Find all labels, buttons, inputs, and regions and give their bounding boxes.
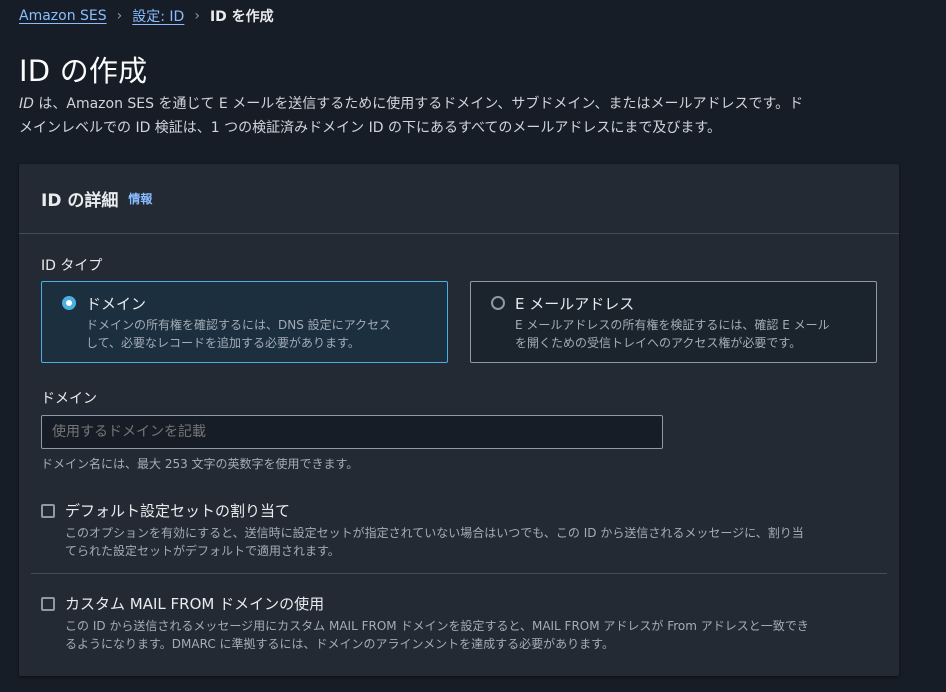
divider [31, 573, 887, 574]
info-link[interactable]: 情報 [128, 190, 152, 207]
description-line-2: メインレベルでの ID 検証は、1 つの検証済みドメイン ID の下にあるすべて… [19, 120, 722, 136]
tile-description: E メールアドレスの所有権を検証するには、確認 E メール を開くための受信トレ… [515, 316, 865, 352]
breadcrumb-amazon-ses-link[interactable]: Amazon SES [19, 8, 107, 24]
description-line: てられた設定セットがデフォルトで適用されます。 [65, 544, 340, 558]
description-term: ID [19, 96, 34, 112]
default-config-set-checkbox[interactable] [41, 504, 55, 518]
tile-description: ドメインの所有権を確認するには、DNS 設定にアクセス して、必要なレコードを追… [86, 316, 436, 352]
description-line: このオプションを有効にすると、送信時に設定セットが指定されていない場合はいつでも… [65, 526, 804, 540]
tile-description-line: を開くための受信トレイへのアクセス権が必要です。 [515, 336, 802, 350]
default-config-set-description: このオプションを有効にすると、送信時に設定セットが指定されていない場合はいつでも… [65, 524, 885, 560]
identity-details-panel: ID の詳細 情報 ID タイプ ドメイン ドメインの所有権を確認するには、DN… [19, 164, 899, 676]
breadcrumb-identities-link[interactable]: 設定: ID [132, 6, 184, 26]
chevron-right-icon: › [116, 8, 123, 24]
custom-mail-from-label[interactable]: カスタム MAIL FROM ドメインの使用 [65, 593, 324, 614]
tile-title: E メールアドレス [515, 295, 635, 313]
description-line: るようになります。DMARC に準拠するには、ドメインのアラインメントを達成する… [65, 637, 614, 651]
domain-input[interactable] [41, 415, 663, 449]
breadcrumb: Amazon SES › 設定: ID › ID を作成 [19, 6, 274, 26]
radio-unselected-icon[interactable] [491, 296, 505, 310]
description-line-1: は、Amazon SES を通じて E メールを送信するために使用するドメイン、… [33, 96, 804, 112]
page-description: ID は、Amazon SES を通じて E メールを送信するために使用するドメ… [19, 92, 899, 140]
identity-type-domain-tile[interactable]: ドメイン ドメインの所有権を確認するには、DNS 設定にアクセス して、必要なレ… [41, 281, 448, 363]
tile-description-line: ドメインの所有権を確認するには、DNS 設定にアクセス [86, 318, 392, 332]
custom-mail-from-description: この ID から送信されるメッセージ用にカスタム MAIL FROM ドメインを… [65, 617, 885, 653]
domain-hint: ドメイン名には、最大 253 文字の英数字を使用できます。 [41, 457, 359, 471]
tile-description-line: して、必要なレコードを追加する必要があります。 [86, 336, 360, 350]
identity-type-label: ID タイプ [41, 258, 103, 274]
identity-type-email-tile[interactable]: E メールアドレス E メールアドレスの所有権を検証するには、確認 E メール … [470, 281, 877, 363]
tile-description-line: E メールアドレスの所有権を検証するには、確認 E メール [515, 318, 830, 332]
description-line: この ID から送信されるメッセージ用にカスタム MAIL FROM ドメインを… [65, 619, 809, 633]
breadcrumb-current: ID を作成 [209, 9, 274, 25]
panel-header: ID の詳細 情報 [19, 164, 899, 234]
page-title: ID の作成 [19, 54, 148, 88]
panel-title: ID の詳細 [41, 191, 119, 211]
chevron-right-icon: › [194, 8, 200, 24]
domain-label: ドメイン [41, 391, 97, 407]
custom-mail-from-checkbox[interactable] [41, 597, 55, 611]
tile-title: ドメイン [86, 295, 147, 313]
default-config-set-label[interactable]: デフォルト設定セットの割り当て [65, 500, 290, 521]
radio-selected-icon[interactable] [62, 296, 76, 310]
